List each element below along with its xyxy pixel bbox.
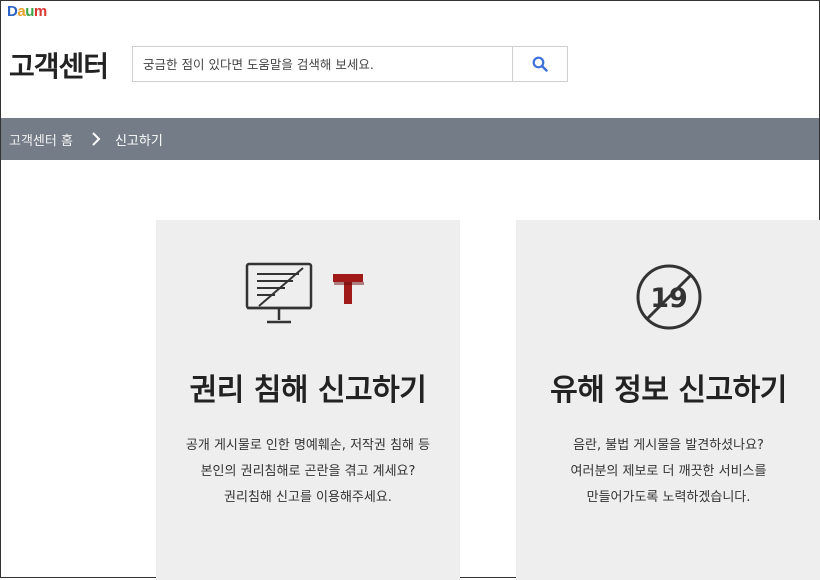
description-line: 여러분의 제보로 더 깨끗한 서비스를 [570, 464, 767, 479]
card-description: 공개 게시물로 인한 명예훼손, 저작권 침해 등 본인의 권리침해로 곤란을 … [156, 433, 460, 511]
search-input[interactable] [133, 47, 512, 81]
description-line: 권리침해 신고를 이용해주세요. [224, 490, 392, 505]
rights-infringement-report-card[interactable]: 권리 침해 신고하기 공개 게시물로 인한 명예훼손, 저작권 침해 등 본인의… [156, 220, 460, 580]
logo-letter: m [33, 3, 47, 20]
breadcrumb: 고객센터 홈 신고하기 [1, 118, 819, 160]
search-bar [132, 46, 568, 82]
search-button[interactable] [512, 47, 567, 81]
harmful-content-report-card[interactable]: 19 유해 정보 신고하기 음란, 불법 게시물을 발견하셨나요? 여러분의 제… [516, 220, 820, 580]
search-icon [532, 56, 548, 72]
card-title: 권리 침해 신고하기 [189, 373, 427, 408]
chevron-right-icon [91, 132, 101, 146]
page-title[interactable]: 고객센터 [9, 45, 109, 85]
card-title: 유해 정보 신고하기 [550, 373, 787, 408]
t-badge-icon [333, 274, 364, 304]
icon-label: 19 [650, 283, 688, 314]
breadcrumb-home[interactable]: 고객센터 홈 [9, 130, 73, 149]
breadcrumb-current: 신고하기 [114, 133, 163, 149]
description-line: 만들어가도록 노력하겠습니다. [586, 490, 751, 505]
monitor-crossed-icon [245, 262, 364, 324]
description-line: 본인의 권리침해로 곤란을 겪고 계세요? [200, 464, 416, 479]
logo-letter: D [7, 3, 18, 20]
logo-letter: a [17, 3, 26, 20]
logo-letter: u [25, 3, 34, 20]
card-icon-group [156, 262, 460, 332]
description-line: 음란, 불법 게시물을 발견하셨나요? [573, 438, 764, 453]
no-19-icon: 19 [636, 264, 701, 330]
description-line: 공개 게시물로 인한 명예훼손, 저작권 침해 등 [185, 438, 431, 453]
card-icon-group: 19 [516, 262, 820, 332]
card-description: 음란, 불법 게시물을 발견하셨나요? 여러분의 제보로 더 깨끗한 서비스를 … [516, 433, 820, 511]
daum-logo[interactable]: Daum [7, 3, 47, 20]
